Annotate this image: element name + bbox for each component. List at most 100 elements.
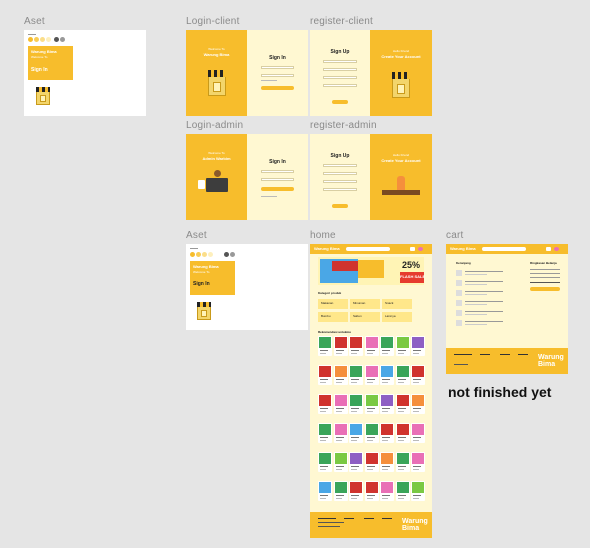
product-card[interactable] bbox=[318, 423, 332, 443]
sign-in-button[interactable] bbox=[261, 86, 294, 90]
product-card[interactable] bbox=[411, 394, 425, 414]
admin-sign-in-button[interactable] bbox=[261, 187, 294, 191]
product-card[interactable] bbox=[318, 394, 332, 414]
frame-label-register-client[interactable]: register-client bbox=[310, 16, 373, 27]
aset-frame[interactable]: Warung Bima Welcome To Sign In bbox=[24, 30, 146, 116]
password-field[interactable] bbox=[323, 76, 357, 79]
promo-banner[interactable]: 25% FLASH SALE bbox=[318, 257, 425, 285]
category-5[interactable]: Lainnya bbox=[382, 312, 412, 322]
product-card[interactable] bbox=[333, 452, 348, 472]
product-card[interactable] bbox=[349, 452, 363, 472]
product-card[interactable] bbox=[395, 365, 410, 385]
product-card[interactable] bbox=[411, 365, 425, 385]
product-card[interactable] bbox=[364, 394, 379, 414]
product-card[interactable] bbox=[318, 481, 332, 501]
name-field[interactable] bbox=[323, 60, 357, 63]
product-card[interactable] bbox=[395, 423, 410, 443]
product-card[interactable] bbox=[411, 481, 425, 501]
category-4[interactable]: Sabun bbox=[350, 312, 380, 322]
product-card[interactable] bbox=[349, 394, 363, 414]
register-admin-frame[interactable]: Sign Up Hello Friend Create Your Account bbox=[310, 134, 432, 220]
cart-icon[interactable] bbox=[546, 247, 551, 251]
product-card[interactable] bbox=[364, 452, 379, 472]
product-card[interactable] bbox=[318, 365, 332, 385]
admin-email-field[interactable] bbox=[323, 172, 357, 175]
login-client-frame[interactable]: Welcome To Warung Bima Sign In bbox=[186, 30, 308, 116]
product-card[interactable] bbox=[380, 452, 394, 472]
product-card[interactable] bbox=[395, 394, 410, 414]
cart-item-row[interactable] bbox=[456, 310, 516, 319]
admin-register-link[interactable] bbox=[261, 196, 277, 197]
product-card[interactable] bbox=[395, 336, 410, 356]
cart-item-row[interactable] bbox=[456, 290, 516, 299]
admin-confirm-field[interactable] bbox=[323, 188, 357, 191]
admin-password-field[interactable] bbox=[261, 178, 294, 181]
home-nav-brand[interactable]: Warung Bima bbox=[314, 247, 340, 251]
frame-label-register-admin[interactable]: register-admin bbox=[310, 120, 377, 131]
login-admin-frame[interactable]: Welcome To Admin Warbim Sign In bbox=[186, 134, 308, 220]
product-card[interactable] bbox=[349, 481, 363, 501]
home-frame[interactable]: Warung Bima 25% FLASH SALE Kategori prod… bbox=[310, 244, 432, 538]
avatar[interactable] bbox=[554, 247, 559, 251]
cart-frame[interactable]: Warung Bima Keranjang Ringkasan Belanja … bbox=[446, 244, 568, 374]
frame-label-login-admin[interactable]: Login-admin bbox=[186, 120, 243, 131]
product-card[interactable] bbox=[380, 336, 394, 356]
product-card[interactable] bbox=[380, 365, 394, 385]
product-card[interactable] bbox=[349, 365, 363, 385]
checkout-button[interactable] bbox=[530, 287, 560, 291]
product-card[interactable] bbox=[380, 394, 394, 414]
admin-username-field[interactable] bbox=[261, 170, 294, 173]
username-field[interactable] bbox=[261, 66, 294, 69]
product-image bbox=[319, 395, 331, 406]
product-card[interactable] bbox=[411, 423, 425, 443]
sign-up-button[interactable] bbox=[332, 100, 348, 104]
category-0[interactable]: Makanan bbox=[318, 299, 348, 309]
category-3[interactable]: Bumbu bbox=[318, 312, 348, 322]
confirm-password-field[interactable] bbox=[323, 84, 357, 87]
product-card[interactable] bbox=[349, 336, 363, 356]
product-card[interactable] bbox=[318, 452, 332, 472]
product-card[interactable] bbox=[411, 336, 425, 356]
product-card[interactable] bbox=[333, 423, 348, 443]
product-card[interactable] bbox=[380, 423, 394, 443]
cart-item-row[interactable] bbox=[456, 270, 516, 279]
forgot-link[interactable] bbox=[261, 80, 277, 81]
search-input[interactable] bbox=[346, 247, 390, 251]
frame-label-cart[interactable]: cart bbox=[446, 230, 463, 241]
product-card[interactable] bbox=[333, 481, 348, 501]
category-2[interactable]: Snack bbox=[382, 299, 412, 309]
product-card[interactable] bbox=[333, 365, 348, 385]
admin-password-field[interactable] bbox=[323, 180, 357, 183]
product-card[interactable] bbox=[395, 481, 410, 501]
product-card[interactable] bbox=[364, 423, 379, 443]
cart-icon[interactable] bbox=[410, 247, 415, 251]
login-form-panel: Sign In bbox=[247, 30, 308, 116]
cart-nav-brand[interactable]: Warung Bima bbox=[450, 247, 476, 251]
frame-label-aset-2[interactable]: Aset bbox=[186, 230, 207, 241]
product-card[interactable] bbox=[318, 336, 332, 356]
category-1[interactable]: Minuman bbox=[350, 299, 380, 309]
product-card[interactable] bbox=[333, 336, 348, 356]
admin-name-field[interactable] bbox=[323, 164, 357, 167]
product-card[interactable] bbox=[395, 452, 410, 472]
cart-item-row[interactable] bbox=[456, 280, 516, 289]
product-card[interactable] bbox=[380, 481, 394, 501]
product-card[interactable] bbox=[364, 481, 379, 501]
product-card[interactable] bbox=[349, 423, 363, 443]
cart-item-row[interactable] bbox=[456, 300, 516, 309]
email-field[interactable] bbox=[323, 68, 357, 71]
register-client-frame[interactable]: Sign Up Hello Friend Create Your Account bbox=[310, 30, 432, 116]
product-card[interactable] bbox=[411, 452, 425, 472]
product-card[interactable] bbox=[364, 365, 379, 385]
frame-label-login-client[interactable]: Login-client bbox=[186, 16, 240, 27]
product-card[interactable] bbox=[364, 336, 379, 356]
cart-item-row[interactable] bbox=[456, 320, 516, 329]
password-field[interactable] bbox=[261, 74, 294, 77]
avatar[interactable] bbox=[418, 247, 423, 251]
search-input[interactable] bbox=[482, 247, 526, 251]
frame-label-home[interactable]: home bbox=[310, 230, 336, 241]
product-card[interactable] bbox=[333, 394, 348, 414]
frame-label-aset[interactable]: Aset bbox=[24, 16, 45, 27]
admin-sign-up-button[interactable] bbox=[332, 204, 348, 208]
aset-frame-2[interactable]: Warung Bima Welcome To Sign In bbox=[186, 244, 308, 330]
